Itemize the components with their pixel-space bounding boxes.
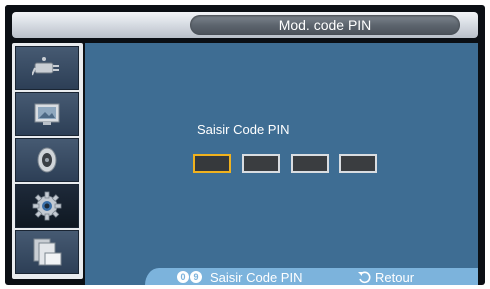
sidebar-item-sound[interactable]	[15, 138, 79, 182]
title-pill: Mod. code PIN	[190, 15, 460, 35]
return-label: Retour	[375, 269, 415, 285]
window-title: Mod. code PIN	[278, 17, 372, 33]
sidebar-item-input[interactable]	[15, 46, 79, 90]
return-arrow-icon	[358, 271, 371, 284]
pin-entry-label: Saisir Code PIN	[197, 122, 290, 137]
digit-key-0-icon: 0	[177, 271, 189, 283]
digit-key-9-icon: 9	[190, 271, 202, 283]
pin-entry-panel: Saisir Code PIN	[85, 43, 478, 268]
title-bar: Mod. code PIN	[12, 12, 478, 38]
pin-digit-3[interactable]	[291, 154, 329, 173]
return-hint[interactable]: Retour	[357, 269, 414, 285]
sidebar-item-setup[interactable]	[15, 184, 79, 228]
pin-digit-2[interactable]	[242, 154, 280, 173]
enter-pin-hint-label: Saisir Code PIN	[210, 269, 303, 285]
osd-window: Mod. code PIN Saisir Code PIN 0 9 Saisir…	[5, 5, 485, 285]
pin-digit-4[interactable]	[339, 154, 377, 173]
sound-icon	[37, 147, 57, 173]
input-plug-icon	[32, 57, 59, 76]
sidebar-menu	[12, 43, 83, 279]
corner-mark	[5, 5, 19, 10]
sidebar-item-picture[interactable]	[15, 92, 79, 136]
multi-window-icon	[33, 238, 62, 266]
hint-bar: 0 9 Saisir Code PIN Retour	[85, 268, 478, 285]
sidebar-item-multi-window[interactable]	[15, 230, 79, 274]
pin-digit-1[interactable]	[193, 154, 231, 173]
picture-icon	[34, 103, 60, 125]
enter-pin-hint: 0 9 Saisir Code PIN	[177, 269, 302, 285]
setup-gear-icon	[32, 191, 62, 221]
